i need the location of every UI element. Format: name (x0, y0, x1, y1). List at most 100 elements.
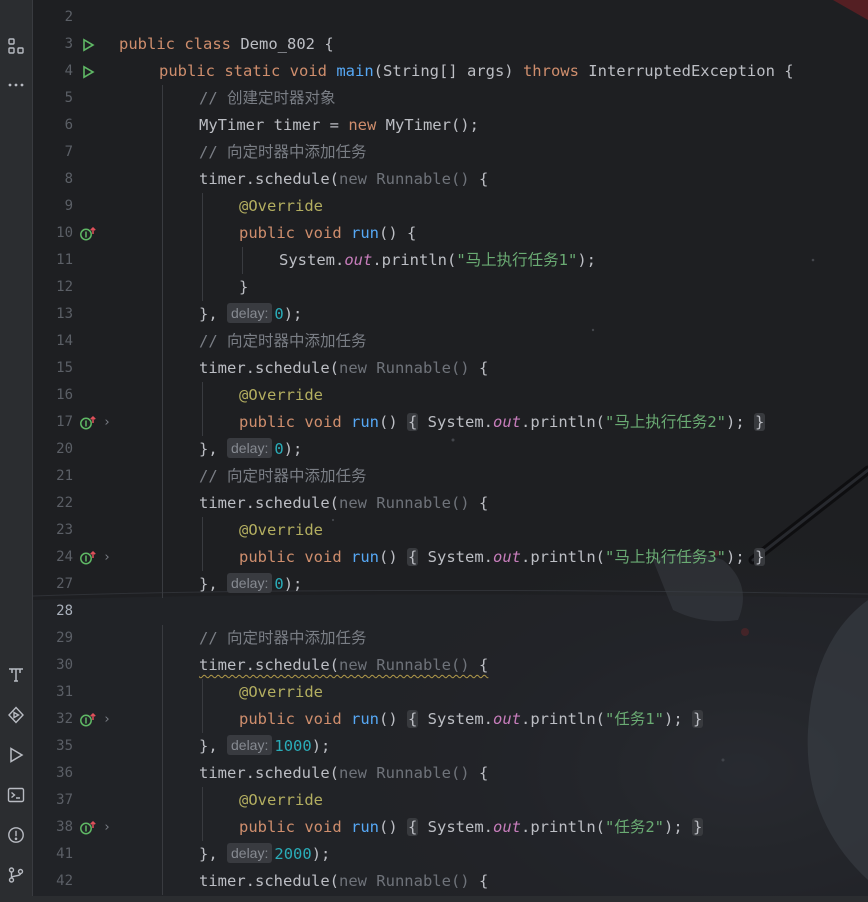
code-line[interactable]: 9 @Override (33, 193, 868, 220)
method-name[interactable]: main (336, 62, 373, 80)
number-literal[interactable]: 0 (274, 305, 283, 323)
code-line[interactable]: 22 timer.schedule(new Runnable() { (33, 490, 868, 517)
implements-method-icon[interactable]: I (79, 544, 97, 571)
code-line[interactable]: 23 @Override (33, 517, 868, 544)
code-content[interactable]: } (119, 274, 248, 301)
comment[interactable]: // 向定时器中添加任务 (199, 629, 367, 647)
folded-block-marker[interactable]: { (407, 818, 419, 836)
line-number[interactable]: 37 (33, 787, 73, 814)
line-number[interactable]: 36 (33, 760, 73, 787)
code-content[interactable]: System.out.println("马上执行任务1"); (119, 247, 596, 274)
code-line[interactable]: 32 I › public void run() { System.out.print… (33, 706, 868, 733)
code-text[interactable]: System. (418, 548, 493, 566)
code-line[interactable]: 2 (33, 4, 868, 31)
keyword[interactable]: throws (523, 62, 588, 80)
code-content[interactable]: public void run() { System.out.println("… (119, 544, 766, 571)
code-text[interactable]: ); (664, 710, 692, 728)
keyword[interactable]: void (290, 62, 337, 80)
code-text[interactable]: ); (664, 818, 692, 836)
code-text[interactable]: } (239, 278, 248, 296)
code-content[interactable]: }, delay: 2000); (119, 841, 330, 868)
code-text[interactable]: { (479, 872, 488, 890)
code-text[interactable]: timer.schedule( (199, 359, 339, 377)
keyword[interactable]: public (239, 818, 304, 836)
method-name[interactable]: run (351, 818, 379, 836)
comment[interactable]: // 创建定时器对象 (199, 89, 336, 107)
line-number[interactable]: 14 (33, 328, 73, 355)
line-number[interactable]: 6 (33, 112, 73, 139)
implements-method-icon[interactable]: I (79, 409, 97, 436)
static-field[interactable]: out (493, 818, 521, 836)
code-text[interactable]: Demo_802 { (240, 35, 333, 53)
method-name[interactable]: run (351, 224, 379, 242)
line-number[interactable]: 13 (33, 301, 73, 328)
code-content[interactable]: // 向定时器中添加任务 (119, 139, 367, 166)
code-line[interactable]: 31 @Override (33, 679, 868, 706)
code-line[interactable]: 28 (33, 598, 868, 625)
code-text[interactable]: }, (199, 737, 227, 755)
keyword[interactable]: new (348, 116, 385, 134)
code-text[interactable]: .println( (521, 548, 605, 566)
line-number[interactable]: 30 (33, 652, 73, 679)
code-line[interactable]: 37 @Override (33, 787, 868, 814)
folded-block-marker[interactable]: } (692, 818, 704, 836)
line-number[interactable]: 9 (33, 193, 73, 220)
code-text[interactable]: (String[] args) (374, 62, 523, 80)
code-content[interactable]: public static void main(String[] args) t… (119, 58, 794, 85)
annotation[interactable]: @Override (239, 386, 323, 404)
code-content[interactable]: }, delay: 0); (119, 301, 302, 328)
code-content[interactable]: // 向定时器中添加任务 (119, 328, 367, 355)
code-text[interactable]: .println( (521, 413, 605, 431)
code-text[interactable]: ); (726, 548, 754, 566)
terminal-icon[interactable] (0, 782, 32, 808)
static-field[interactable]: out (493, 548, 521, 566)
number-literal[interactable]: 0 (274, 575, 283, 593)
code-line[interactable]: 5 // 创建定时器对象 (33, 85, 868, 112)
warning-span[interactable]: timer.schedule( (199, 656, 339, 674)
code-text[interactable]: System. (279, 251, 344, 269)
code-content[interactable]: }, delay: 0); (119, 571, 302, 598)
fold-expand-chevron-icon[interactable]: › (103, 544, 115, 571)
implements-method-icon[interactable]: I (79, 814, 97, 841)
code-text[interactable]: ); (312, 737, 331, 755)
method-name[interactable]: run (351, 710, 379, 728)
warning-span[interactable]: { (479, 656, 488, 674)
line-number[interactable]: 3 (33, 31, 73, 58)
warning-span[interactable]: new Runnable() (339, 656, 479, 674)
code-text[interactable]: ); (284, 440, 303, 458)
number-literal[interactable]: 2000 (274, 845, 311, 863)
code-line[interactable]: 15 timer.schedule(new Runnable() { (33, 355, 868, 382)
code-text[interactable]: System. (418, 413, 493, 431)
code-line[interactable]: 7 // 向定时器中添加任务 (33, 139, 868, 166)
keyword[interactable]: public (239, 548, 304, 566)
string-literal[interactable]: "任务2" (605, 818, 664, 836)
keyword[interactable]: void (304, 224, 351, 242)
keyword[interactable]: static (224, 62, 289, 80)
annotation[interactable]: @Override (239, 683, 323, 701)
fold-expand-chevron-icon[interactable]: › (103, 409, 115, 436)
line-number[interactable]: 31 (33, 679, 73, 706)
line-number[interactable]: 2 (33, 4, 73, 31)
folded-block-marker[interactable]: { (407, 413, 419, 431)
code-text[interactable]: MyTimer(); (386, 116, 479, 134)
code-text[interactable]: () (379, 710, 407, 728)
code-content[interactable]: @Override (119, 679, 323, 706)
code-line[interactable]: 24 I › public void run() { System.out.print… (33, 544, 868, 571)
code-line[interactable]: 6 MyTimer timer = new MyTimer(); (33, 112, 868, 139)
line-number[interactable]: 42 (33, 868, 73, 895)
anonymous-class[interactable]: new Runnable() (339, 494, 479, 512)
line-number[interactable]: 7 (33, 139, 73, 166)
folded-block-marker[interactable]: } (754, 548, 766, 566)
code-content[interactable]: @Override (119, 382, 323, 409)
string-literal[interactable]: "马上执行任务3" (605, 548, 726, 566)
line-number[interactable]: 21 (33, 463, 73, 490)
line-number[interactable]: 23 (33, 517, 73, 544)
anonymous-class[interactable]: new Runnable() (339, 359, 479, 377)
problems-icon[interactable] (0, 822, 32, 848)
keyword[interactable]: class (184, 35, 240, 53)
fold-expand-chevron-icon[interactable]: › (103, 706, 115, 733)
code-text[interactable]: ); (284, 305, 303, 323)
line-number[interactable]: 17 (33, 409, 73, 436)
code-content[interactable]: // 向定时器中添加任务 (119, 463, 367, 490)
code-text[interactable]: () (379, 548, 407, 566)
